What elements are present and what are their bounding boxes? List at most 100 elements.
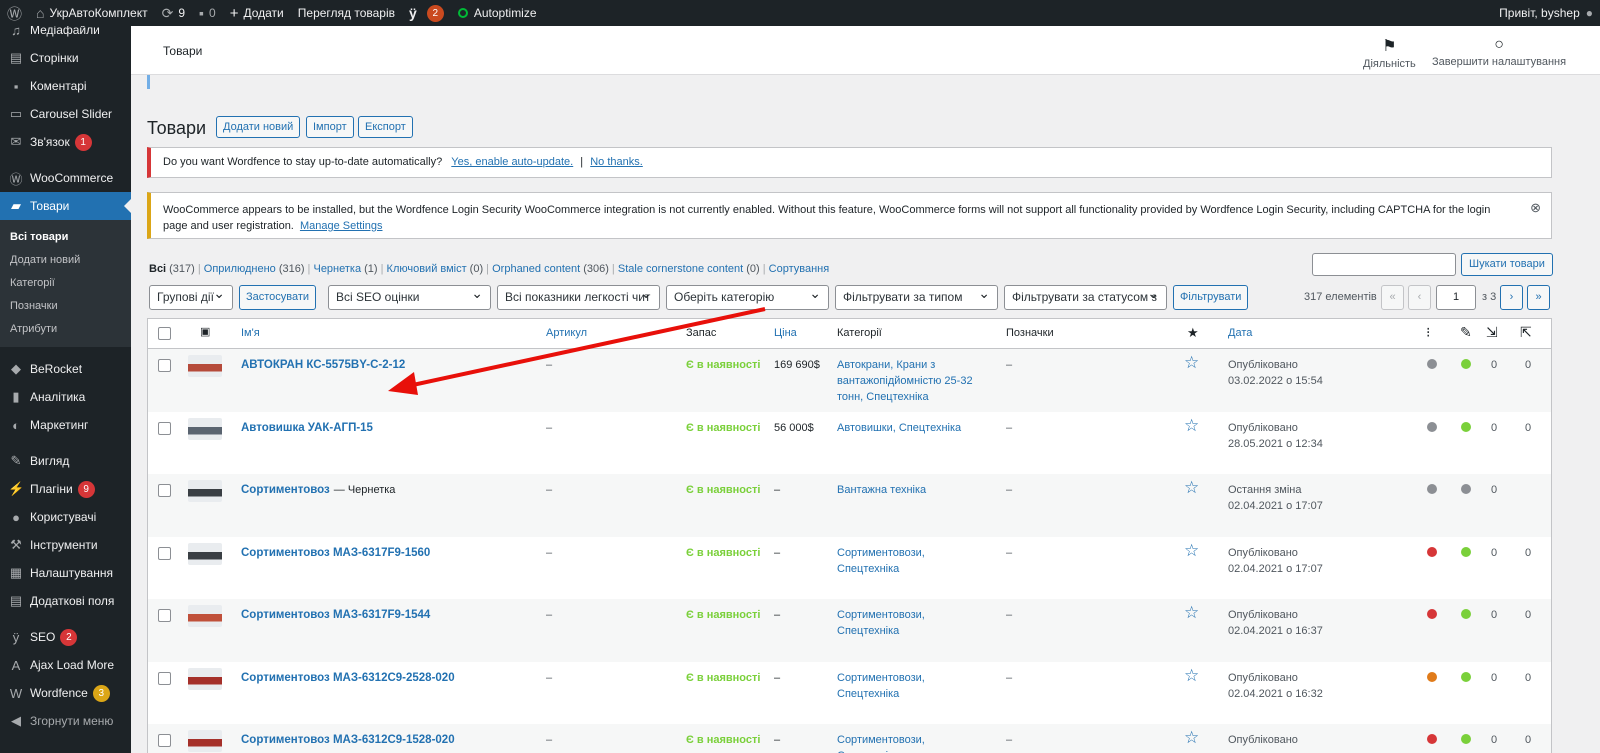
submenu-item[interactable]: Всі товари <box>0 226 131 249</box>
search-products-button[interactable]: Шукати товари <box>1461 253 1553 276</box>
row-checkbox[interactable] <box>158 734 171 747</box>
product-thumbnail[interactable] <box>188 480 222 502</box>
featured-star-icon[interactable]: ★ <box>1187 325 1199 341</box>
sidebar-item[interactable]: ⚡ Плагіни 9 <box>0 475 131 503</box>
product-search-input[interactable] <box>1312 253 1456 276</box>
view-link[interactable]: Ключовий вміст <box>387 263 467 275</box>
apply-button[interactable]: Застосувати <box>239 285 317 310</box>
sidebar-item[interactable]: W Wordfence 3 <box>0 679 131 707</box>
row-checkbox[interactable] <box>158 546 171 560</box>
categories-cell[interactable]: Сортиментовози, Спецтехніка <box>837 607 987 639</box>
row-checkbox[interactable] <box>158 671 171 685</box>
first-page-button[interactable]: « <box>1381 285 1404 310</box>
readability-select[interactable]: Всі показники легкості чит <box>497 285 660 310</box>
sidebar-item[interactable]: ✎ Вигляд <box>0 447 131 475</box>
comments-link[interactable]: ▪ 0 <box>192 0 223 26</box>
view-link[interactable]: Stale cornerstone content <box>618 263 743 275</box>
sidebar-item[interactable]: ▭ Carousel Slider <box>0 100 131 128</box>
column-price[interactable]: Ціна <box>774 327 797 339</box>
view-products-link[interactable]: Перегляд товарів <box>291 0 402 26</box>
add-new-button[interactable]: Додати новий <box>216 116 301 138</box>
view-link[interactable]: Оприлюднено <box>204 263 276 275</box>
sidebar-item[interactable]: ▪ Коментарі <box>0 72 131 100</box>
featured-star-icon[interactable]: ☆ <box>1184 728 1199 748</box>
manage-settings-link[interactable]: Manage Settings <box>300 220 383 232</box>
view-link[interactable]: Сортування <box>769 263 830 275</box>
sidebar-item[interactable]: ◀ Згорнути меню <box>0 707 131 735</box>
categories-cell[interactable]: Сортиментовози, Спецтехніка <box>837 670 987 702</box>
product-type-select[interactable]: Фільтрувати за типом <box>835 285 998 310</box>
column-sku[interactable]: Артикул <box>546 327 587 339</box>
submenu-item[interactable]: Позначки <box>0 295 131 318</box>
my-account-link[interactable]: Привіт, byshep ● <box>1492 0 1600 26</box>
export-button[interactable]: Експорт <box>358 116 413 138</box>
categories-cell[interactable]: Автовишки, Спецтехніка <box>837 420 987 436</box>
wordpress-logo-icon[interactable]: Ⓦ <box>0 0 29 26</box>
featured-star-icon[interactable]: ☆ <box>1184 416 1199 436</box>
import-button[interactable]: Імпорт <box>306 116 354 138</box>
row-checkbox[interactable] <box>158 421 171 435</box>
autoptimize-link[interactable]: Autoptimize <box>451 0 544 26</box>
product-thumbnail[interactable] <box>188 730 222 752</box>
featured-star-icon[interactable]: ☆ <box>1184 353 1199 373</box>
add-new-link[interactable]: + Додати <box>223 0 291 26</box>
sidebar-item[interactable]: Ⓦ WooCommerce <box>0 164 131 192</box>
categories-cell[interactable]: Сортиментовози, Спецтехніка <box>837 545 987 577</box>
product-name-link[interactable]: Сортиментовоз <box>241 484 330 496</box>
updates-link[interactable]: ⟳ 9 <box>155 0 192 26</box>
row-checkbox[interactable] <box>158 484 171 497</box>
featured-star-icon[interactable]: ☆ <box>1184 603 1199 623</box>
sidebar-item[interactable]: ✉ Зв'язок 1 <box>0 128 131 156</box>
site-name-link[interactable]: ⌂ УкрАвтоКомплект <box>29 0 155 26</box>
submenu-item[interactable]: Атрибути <box>0 318 131 341</box>
filter-button[interactable]: Фільтрувати <box>1173 285 1249 310</box>
sidebar-item[interactable]: ▤ Сторінки <box>0 44 131 72</box>
product-thumbnail[interactable] <box>188 417 222 440</box>
categories-cell[interactable]: Автокрани, Крани з вантажопідйомністю 25… <box>837 357 987 405</box>
sidebar-item[interactable]: A Ajax Load More <box>0 651 131 679</box>
view-link[interactable]: Всі <box>149 263 166 275</box>
next-page-button[interactable]: › <box>1500 285 1523 310</box>
sidebar-item[interactable]: ♫ Медіафайли <box>0 26 131 44</box>
product-thumbnail[interactable] <box>188 605 222 627</box>
featured-star-icon[interactable]: ☆ <box>1184 478 1199 498</box>
sidebar-item[interactable]: ⚒ Інструменти <box>0 531 131 559</box>
yoast-link[interactable]: ÿ2 <box>402 0 451 26</box>
categories-cell[interactable]: Сортиментовози, Спецтехніка <box>837 732 987 753</box>
featured-star-icon[interactable]: ☆ <box>1184 666 1199 686</box>
sidebar-item[interactable]: ▤ Додаткові поля <box>0 587 131 615</box>
select-all-checkbox[interactable] <box>158 327 171 340</box>
no-thanks-link[interactable]: No thanks. <box>590 156 643 168</box>
featured-star-icon[interactable]: ☆ <box>1184 541 1199 561</box>
product-thumbnail[interactable] <box>188 667 222 690</box>
submenu-item[interactable]: Категорії <box>0 272 131 295</box>
prev-page-button[interactable]: ‹ <box>1408 285 1431 310</box>
submenu-item[interactable]: Додати новий <box>0 249 131 272</box>
column-name[interactable]: Ім'я <box>241 327 260 339</box>
product-name-link[interactable]: Сортиментовоз МАЗ-6317F9-1544 <box>241 609 430 621</box>
category-select[interactable]: Оберіть категорію <box>666 285 829 310</box>
column-date[interactable]: Дата <box>1228 327 1252 339</box>
enable-auto-update-link[interactable]: Yes, enable auto-update. <box>451 156 573 168</box>
sidebar-item[interactable]: ▰ Товари <box>0 192 131 220</box>
sidebar-item[interactable]: ÿ SEO 2 <box>0 623 131 651</box>
sidebar-item[interactable]: ▮ Аналітика <box>0 383 131 411</box>
bulk-actions-select[interactable]: Групові дії <box>149 285 233 310</box>
product-name-link[interactable]: АВТОКРАН КС-5575BY-C-2-12 <box>241 359 405 371</box>
product-name-link[interactable]: Сортиментовоз МАЗ-6312С9-2528-020 <box>241 672 455 684</box>
categories-cell[interactable]: Вантажна техніка <box>837 482 987 498</box>
row-checkbox[interactable] <box>158 359 171 372</box>
product-thumbnail[interactable] <box>188 542 222 565</box>
row-checkbox[interactable] <box>158 609 171 622</box>
activity-button[interactable]: ⚑ Діяльність <box>1363 36 1416 70</box>
last-page-button[interactable]: » <box>1527 285 1550 310</box>
product-name-link[interactable]: Сортиментовоз МАЗ-6312С9-1528-020 <box>241 734 455 746</box>
sidebar-item[interactable]: ◐ Маркетинг <box>0 411 131 439</box>
product-name-link[interactable]: Автовишка УАК-АГП-15 <box>241 422 373 434</box>
seo-score-select[interactable]: Всі SEO оцінки <box>328 285 491 310</box>
view-link[interactable]: Чернетка <box>313 263 361 275</box>
current-page-input[interactable]: 1 <box>1436 285 1476 310</box>
dismiss-icon[interactable]: ⊗ <box>1530 200 1541 216</box>
product-name-link[interactable]: Сортиментовоз МАЗ-6317F9-1560 <box>241 547 430 559</box>
finish-setup-button[interactable]: ○ Завершити налаштування <box>1432 36 1566 68</box>
